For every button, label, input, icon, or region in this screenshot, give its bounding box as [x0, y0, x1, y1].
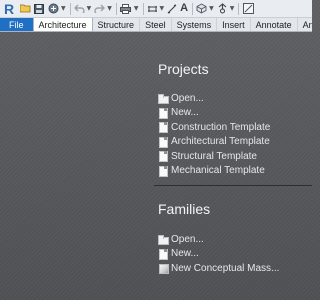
- close-hidden-icon[interactable]: [241, 0, 255, 18]
- link-label: New...: [171, 248, 199, 260]
- document-icon: [158, 122, 168, 134]
- quick-access-toolbar: R ▼ ▼ ▼ ▼ ▼ A ▼ ▼: [0, 0, 312, 18]
- tab-steel[interactable]: Steel: [140, 18, 172, 31]
- measure-icon[interactable]: [146, 0, 159, 18]
- link-label: Structural Template: [171, 150, 257, 162]
- structural-template-link[interactable]: Structural Template: [158, 149, 270, 164]
- construction-template-link[interactable]: Construction Template: [158, 120, 270, 135]
- separator: [238, 2, 240, 15]
- tab-architecture[interactable]: Architecture: [32, 18, 93, 31]
- tab-insert[interactable]: Insert: [217, 18, 251, 31]
- ribbon-tabs: File Architecture Structure Steel System…: [0, 18, 312, 32]
- folder-icon: [158, 93, 169, 105]
- document-icon: [158, 248, 168, 260]
- link-label: Mechanical Template: [171, 165, 265, 177]
- separator: [69, 2, 71, 15]
- tab-file[interactable]: File: [0, 18, 33, 31]
- print-icon[interactable]: [119, 0, 133, 18]
- families-new-link[interactable]: New...: [158, 247, 279, 262]
- save-icon[interactable]: [32, 0, 46, 18]
- 3d-view-icon[interactable]: [195, 0, 208, 18]
- redo-dropdown-icon[interactable]: ▼: [107, 5, 112, 12]
- link-label: New...: [171, 107, 199, 119]
- families-heading: Families: [158, 201, 211, 217]
- undo-icon[interactable]: [73, 0, 86, 18]
- tab-systems[interactable]: Systems: [172, 18, 218, 31]
- families-list: Open... New... New Conceptual Mass...: [158, 232, 279, 276]
- mechanical-template-link[interactable]: Mechanical Template: [158, 164, 270, 179]
- document-icon: [158, 136, 168, 148]
- projects-heading: Projects: [158, 61, 209, 77]
- dimension-icon[interactable]: [166, 0, 178, 18]
- link-label: Open...: [171, 233, 204, 245]
- tab-annotate[interactable]: Annotate: [251, 18, 298, 31]
- text-icon[interactable]: A: [178, 0, 190, 18]
- folder-icon: [158, 234, 169, 246]
- separator: [142, 2, 144, 15]
- section-dropdown-icon[interactable]: ▼: [230, 5, 235, 12]
- projects-new-link[interactable]: New...: [158, 106, 270, 121]
- measure-dropdown-icon[interactable]: ▼: [160, 5, 165, 12]
- redo-icon[interactable]: [93, 0, 106, 18]
- section-divider: [154, 185, 312, 186]
- document-icon: [158, 107, 168, 119]
- projects-open-link[interactable]: Open...: [158, 91, 270, 106]
- projects-list: Open... New... Construction Template Arc…: [158, 91, 270, 178]
- section-icon[interactable]: [216, 0, 229, 18]
- undo-dropdown-icon[interactable]: ▼: [87, 5, 92, 12]
- link-label: New Conceptual Mass...: [171, 262, 280, 274]
- families-open-link[interactable]: Open...: [158, 232, 279, 247]
- separator: [192, 2, 194, 15]
- sync-icon[interactable]: [46, 0, 60, 18]
- tab-analyze[interactable]: Ana: [298, 18, 312, 31]
- link-label: Open...: [171, 92, 204, 104]
- sync-dropdown-icon[interactable]: ▼: [61, 5, 66, 12]
- tab-structure[interactable]: Structure: [93, 18, 141, 31]
- new-conceptual-mass-link[interactable]: New Conceptual Mass...: [158, 261, 279, 276]
- link-label: Architectural Template: [171, 136, 270, 148]
- open-icon[interactable]: [18, 0, 32, 18]
- mass-icon: [158, 263, 169, 275]
- architectural-template-link[interactable]: Architectural Template: [158, 135, 270, 150]
- 3d-view-dropdown-icon[interactable]: ▼: [209, 5, 214, 12]
- document-icon: [158, 151, 168, 163]
- link-label: Construction Template: [171, 121, 271, 133]
- app-logo[interactable]: R: [0, 0, 18, 18]
- print-dropdown-icon[interactable]: ▼: [134, 5, 139, 12]
- separator: [115, 2, 117, 15]
- document-icon: [158, 165, 168, 177]
